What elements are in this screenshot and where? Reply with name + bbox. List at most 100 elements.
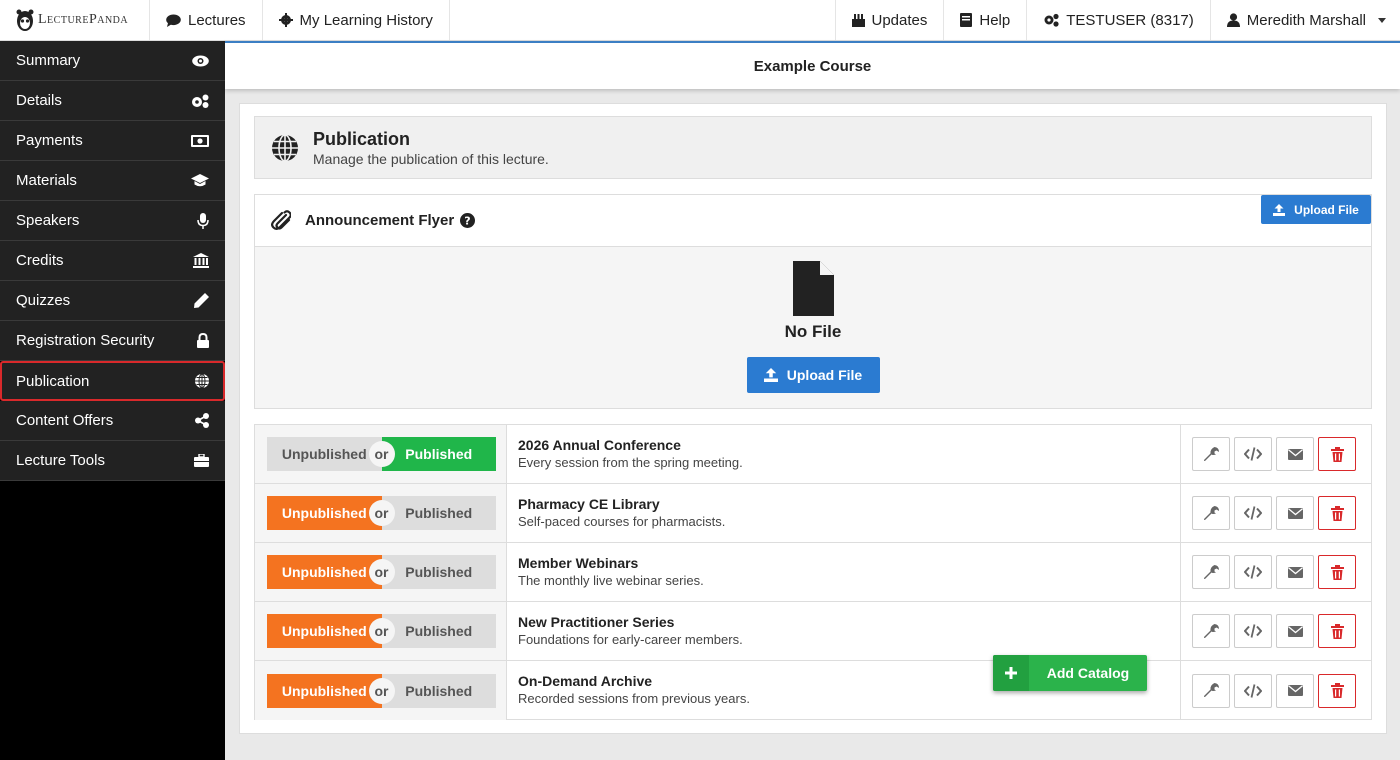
publish-toggle[interactable]: Unpublished Published or <box>267 496 496 530</box>
briefcase-icon <box>194 454 209 467</box>
sidebar-item-label: Payments <box>16 132 83 149</box>
course-title-bar: Example Course <box>225 41 1400 89</box>
svg-text:?: ? <box>464 215 470 228</box>
question-circle-icon[interactable]: ? <box>460 213 476 228</box>
published-option[interactable]: Published <box>381 614 496 648</box>
code-icon[interactable] <box>1234 555 1272 589</box>
catalog-name: 2026 Annual Conference <box>518 437 681 453</box>
sidebar-item-label: Publication <box>16 372 90 390</box>
code-icon[interactable] <box>1234 437 1272 471</box>
code-icon[interactable] <box>1234 614 1272 648</box>
sidebar-item-summary[interactable]: Summary <box>0 41 225 81</box>
upload-icon <box>763 368 778 382</box>
sidebar-item-label: Quizzes <box>16 292 71 309</box>
catalog-actions <box>1180 484 1371 542</box>
add-catalog-button[interactable]: Add Catalog <box>993 655 1147 691</box>
published-option[interactable]: Published <box>381 673 496 708</box>
catalog-description: Every session from the spring meeting. <box>518 455 743 470</box>
catalog-actions <box>1180 602 1371 660</box>
brand-logo[interactable]: LecturePanda <box>0 0 150 40</box>
course-title: Example Course <box>753 57 872 75</box>
envelope-icon[interactable] <box>1276 673 1314 708</box>
upload-file-button[interactable]: Upload File <box>746 357 880 393</box>
sidebar-item-label: Speakers <box>16 212 80 229</box>
gear-icon <box>278 13 293 27</box>
sidebar-item-label: Registration Security <box>16 332 155 349</box>
wrench-icon[interactable] <box>1192 673 1230 708</box>
gears-icon <box>1044 13 1059 27</box>
nav-updates[interactable]: Updates <box>836 0 945 40</box>
sidebar-item-label: Materials <box>16 172 77 189</box>
sidebar-item-speakers[interactable]: Speakers <box>0 201 225 241</box>
published-option[interactable]: Published <box>381 437 496 471</box>
sidebar-item-quizzes[interactable]: Quizzes <box>0 281 225 321</box>
catalog-list: Unpublished Published or 2026 Annual Confer… <box>254 424 1372 720</box>
user-name: Meredith Marshall <box>1246 11 1366 29</box>
graduation-cap-icon <box>191 174 209 187</box>
code-icon[interactable] <box>1234 673 1272 708</box>
plus-icon <box>993 655 1029 691</box>
trash-icon[interactable] <box>1318 496 1356 530</box>
publish-toggle[interactable]: Unpublished Published or <box>267 614 496 648</box>
sidebar-item-credits[interactable]: Credits <box>0 241 225 281</box>
or-divider: or <box>368 618 395 644</box>
nav-lectures[interactable]: Lectures <box>150 0 263 40</box>
envelope-icon[interactable] <box>1276 555 1314 589</box>
sidebar-item-label: Summary <box>16 52 81 69</box>
code-icon[interactable] <box>1234 496 1272 530</box>
nav-updates-label: Updates <box>871 11 928 29</box>
lock-icon <box>197 333 209 348</box>
envelope-icon[interactable] <box>1276 614 1314 648</box>
user-icon <box>1226 13 1240 27</box>
or-divider: or <box>368 677 395 704</box>
wrench-icon[interactable] <box>1192 496 1230 530</box>
upload-file-button-small[interactable]: Upload File <box>1261 195 1371 224</box>
envelope-icon[interactable] <box>1276 496 1314 530</box>
sidebar-item-label: Content Offers <box>16 412 114 429</box>
trash-icon[interactable] <box>1318 437 1356 471</box>
catalog-row: Unpublished Published or Member Webinars The… <box>255 543 1371 602</box>
wrench-icon[interactable] <box>1192 614 1230 648</box>
unpublished-option[interactable]: Unpublished <box>267 673 382 708</box>
unpublished-option[interactable]: Unpublished <box>267 555 382 589</box>
publish-toggle[interactable]: Unpublished Published or <box>267 555 496 589</box>
nav-spacer <box>450 0 836 40</box>
publish-toggle-cell: Unpublished Published or <box>255 543 507 601</box>
share-icon <box>195 413 209 428</box>
sidebar-item-materials[interactable]: Materials <box>0 161 225 201</box>
money-icon <box>191 134 209 147</box>
sidebar-item-label: Lecture Tools <box>16 452 105 469</box>
trash-icon[interactable] <box>1318 673 1356 708</box>
publish-toggle[interactable]: Unpublished Published or <box>267 673 496 708</box>
wrench-icon[interactable] <box>1192 555 1230 589</box>
sidebar-item-payments[interactable]: Payments <box>0 121 225 161</box>
published-option[interactable]: Published <box>381 496 496 530</box>
sidebar-item-registration-security[interactable]: Registration Security <box>0 321 225 361</box>
catalog-description: Recorded sessions from previous years. <box>518 691 750 706</box>
trash-icon[interactable] <box>1318 614 1356 648</box>
unpublished-option[interactable]: Unpublished <box>267 614 382 648</box>
chevron-down-icon <box>1378 17 1386 23</box>
catalog-description: The monthly live webinar series. <box>518 573 704 588</box>
publish-toggle[interactable]: Unpublished Published or <box>267 437 496 471</box>
published-option[interactable]: Published <box>381 555 496 589</box>
catalog-info: Pharmacy CE Library Self-paced courses fo… <box>507 484 1180 542</box>
brand-name: LecturePanda <box>38 12 129 27</box>
sidebar-item-lecture-tools[interactable]: Lecture Tools <box>0 441 225 481</box>
nav-learning-history[interactable]: My Learning History <box>263 0 450 40</box>
catalog-info: New Practitioner Series Foundations for e… <box>507 602 1180 660</box>
user-menu[interactable]: Meredith Marshall <box>1211 0 1400 40</box>
unpublished-option[interactable]: Unpublished <box>267 437 382 471</box>
catalog-description: Self-paced courses for pharmacists. <box>518 514 726 529</box>
trash-icon[interactable] <box>1318 555 1356 589</box>
sidebar-item-content-offers[interactable]: Content Offers <box>0 401 225 441</box>
sidebar-item-publication[interactable]: Publication <box>0 361 225 401</box>
catalog-row: Unpublished Published or Pharmacy CE Librar… <box>255 484 1371 543</box>
nav-help[interactable]: Help <box>944 0 1028 40</box>
sidebar-item-details[interactable]: Details <box>0 81 225 121</box>
nav-account[interactable]: TESTUSER (8317) <box>1027 0 1211 40</box>
unpublished-option[interactable]: Unpublished <box>267 496 382 530</box>
pencil-icon <box>194 293 209 308</box>
wrench-icon[interactable] <box>1192 437 1230 471</box>
envelope-icon[interactable] <box>1276 437 1314 471</box>
